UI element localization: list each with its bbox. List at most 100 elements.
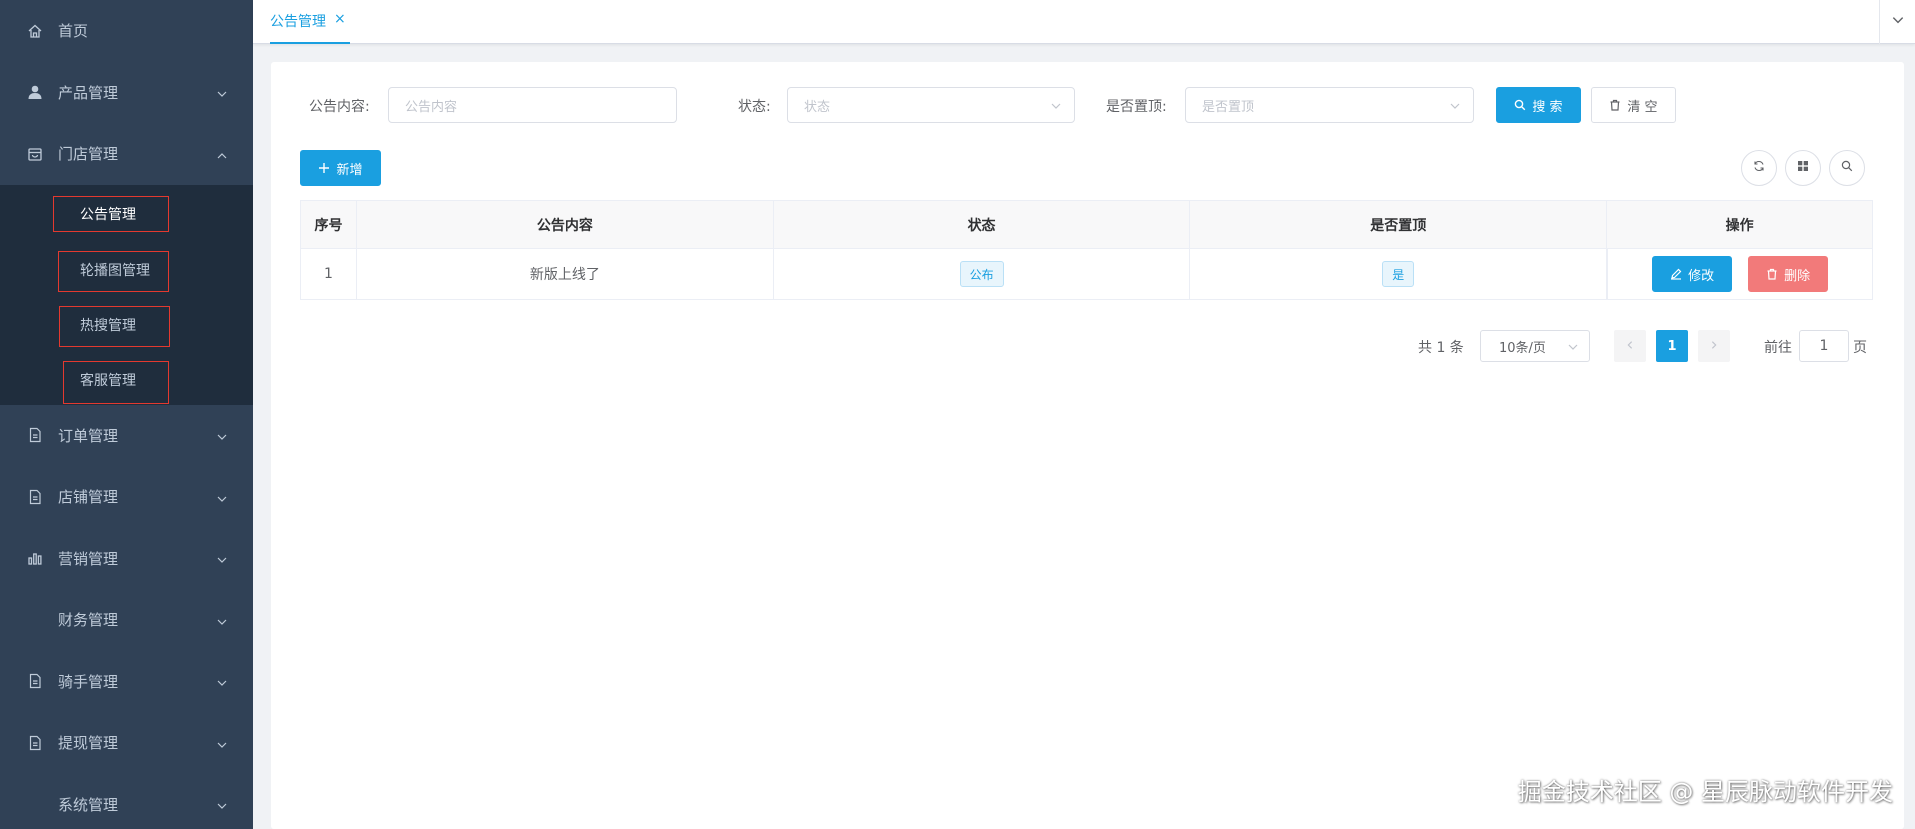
sidebar-item-stores[interactable]: 门店管理 — [0, 123, 253, 185]
search-button[interactable]: 搜 索 — [1496, 87, 1581, 123]
row-top-cell: 是 — [1190, 249, 1608, 300]
status-label: 状态: — [738, 99, 771, 115]
sidebar-item-home[interactable]: 首页 — [0, 0, 253, 62]
chevron-down-icon — [1050, 100, 1062, 112]
content-search-input[interactable]: 公告内容 — [388, 87, 677, 123]
sidebar-item-label: 提现管理 — [58, 734, 119, 753]
sidebar-item-label: 营销管理 — [58, 549, 119, 568]
sidebar-item-label: 骑手管理 — [58, 672, 119, 691]
status-select[interactable]: 状态 — [787, 87, 1075, 123]
add-button[interactable]: 新增 — [300, 150, 381, 186]
edit-button-label: 修改 — [1688, 268, 1715, 284]
trash-icon — [1766, 268, 1778, 280]
sidebar-item-orders[interactable]: 订单管理 — [0, 405, 253, 467]
chevron-down-icon — [216, 675, 228, 687]
user-icon — [27, 84, 43, 100]
chevron-down-icon — [216, 798, 228, 810]
blank-icon — [27, 796, 43, 812]
document-icon — [27, 735, 43, 751]
chevron-down-icon — [1449, 100, 1461, 112]
sidebar-item-shops[interactable]: 店铺管理 — [0, 466, 253, 528]
chevron-down-icon — [1891, 13, 1905, 31]
columns-button[interactable] — [1785, 150, 1821, 186]
chevron-left-icon — [1625, 338, 1635, 354]
goto-label: 前往 — [1764, 340, 1792, 356]
chevron-down-icon — [216, 86, 228, 98]
sidebar-item-label: 财务管理 — [58, 611, 119, 630]
watermark: 掘金技术社区 @ 星辰脉动软件开发 — [1517, 778, 1893, 806]
clear-button[interactable]: 清 空 — [1591, 87, 1676, 123]
page-number-button[interactable]: 1 — [1656, 330, 1688, 362]
document-icon — [27, 673, 43, 689]
refresh-button[interactable] — [1741, 150, 1777, 186]
tab-label: 公告管理 — [270, 14, 326, 30]
column-header: 公告内容 — [356, 201, 774, 249]
column-header: 状态 — [773, 201, 1191, 249]
search-icon — [1514, 99, 1526, 111]
page-size-value: 10条/页 — [1499, 340, 1546, 356]
sidebar-subitem-customer-service[interactable]: 客服管理 — [0, 350, 253, 405]
chevron-down-icon — [1567, 341, 1579, 353]
table-row: 1 新版上线了 公布 是 修改 删除 — [301, 249, 1873, 300]
sidebar-subitem-label: 热搜管理 — [80, 317, 136, 334]
search-icon — [1841, 160, 1853, 176]
add-button-label: 新增 — [336, 162, 363, 178]
sidebar-subitem-label: 客服管理 — [80, 372, 136, 389]
document-icon — [27, 427, 43, 443]
sidebar-subitem-hot-search[interactable]: 热搜管理 — [0, 295, 253, 350]
sidebar-subitem-carousel[interactable]: 轮播图管理 — [0, 240, 253, 295]
table-header-row: 序号 公告内容 状态 是否置顶 操作 — [301, 201, 1873, 249]
sidebar-item-system[interactable]: 系统管理 — [0, 774, 253, 829]
sidebar: 首页 产品管理 门店管理 公告管理 轮播图管理 热搜管理 客服管理 订单管理 店… — [0, 0, 253, 829]
sidebar-item-label: 店铺管理 — [58, 488, 119, 507]
placeholder: 公告内容 — [405, 99, 458, 115]
sidebar-item-finance[interactable]: 财务管理 — [0, 589, 253, 651]
toggle-search-button[interactable] — [1829, 150, 1865, 186]
sidebar-subitem-label: 公告管理 — [80, 206, 136, 223]
delete-button[interactable]: 删除 — [1748, 256, 1829, 292]
row-status-cell: 公布 — [773, 249, 1191, 300]
refresh-icon — [1753, 160, 1765, 176]
tags-dropdown-button[interactable] — [1879, 0, 1915, 44]
chevron-down-icon — [216, 429, 228, 441]
stores-submenu: 公告管理 轮播图管理 热搜管理 客服管理 — [0, 184, 253, 405]
bar-chart-icon — [27, 550, 43, 566]
sidebar-item-products[interactable]: 产品管理 — [0, 62, 253, 124]
sidebar-item-riders[interactable]: 骑手管理 — [0, 651, 253, 713]
next-page-button[interactable] — [1698, 330, 1730, 362]
prev-page-button[interactable] — [1614, 330, 1646, 362]
close-icon[interactable]: × — [334, 11, 346, 27]
tab-announcements[interactable]: 公告管理 × — [270, 11, 350, 44]
delete-button-label: 删除 — [1784, 268, 1811, 284]
edit-icon — [1670, 268, 1682, 280]
tags-view-bar: 公告管理 × — [253, 0, 1915, 44]
sidebar-item-label: 门店管理 — [58, 145, 119, 164]
row-actions-cell: 修改 删除 — [1607, 249, 1873, 300]
chevron-up-icon — [216, 148, 228, 160]
chevron-right-icon — [1709, 338, 1719, 354]
sidebar-item-label: 订单管理 — [58, 426, 119, 445]
pinned-badge: 是 — [1382, 261, 1415, 287]
chevron-down-icon — [216, 614, 228, 626]
page-size-select[interactable]: 10条/页 — [1480, 330, 1590, 362]
sidebar-item-label: 系统管理 — [58, 795, 119, 814]
placeholder: 是否置顶 — [1202, 99, 1255, 115]
placeholder: 状态 — [804, 99, 831, 115]
main-card: 公告内容: 公告内容 状态: 状态 是否置顶: 是否置顶 搜 索 清 空 新增 … — [271, 62, 1904, 829]
sidebar-subitem-announcements[interactable]: 公告管理 — [0, 185, 253, 240]
edit-button[interactable]: 修改 — [1652, 256, 1733, 292]
status-badge: 公布 — [959, 261, 1004, 287]
chevron-down-icon — [216, 737, 228, 749]
column-header: 序号 — [301, 201, 357, 249]
sidebar-item-marketing[interactable]: 营销管理 — [0, 528, 253, 590]
top-label: 是否置顶: — [1106, 99, 1167, 115]
chevron-down-icon — [216, 491, 228, 503]
document-icon — [27, 489, 43, 505]
sidebar-item-withdrawals[interactable]: 提现管理 — [0, 712, 253, 774]
goto-page-input[interactable]: 1 — [1799, 330, 1849, 362]
top-select[interactable]: 是否置顶 — [1185, 87, 1474, 123]
announcement-table: 序号 公告内容 状态 是否置顶 操作 1 新版上线了 公布 是 修改 删除 — [300, 200, 1873, 300]
blank-icon — [27, 612, 43, 628]
row-content: 新版上线了 — [356, 249, 774, 300]
column-header: 操作 — [1607, 201, 1873, 249]
